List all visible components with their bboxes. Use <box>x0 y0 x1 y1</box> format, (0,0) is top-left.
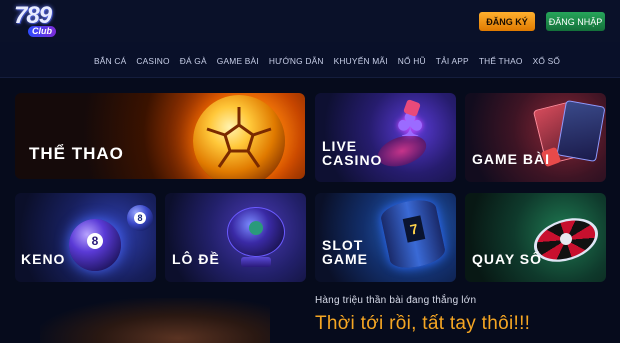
nav-item-khuyen-mai[interactable]: KHUYẾN MÃI <box>334 56 388 66</box>
soccer-ball-pattern-icon <box>206 107 272 168</box>
keno-ball-label: 8 <box>87 233 103 249</box>
tile-label-live-casino: LIVE CASINO <box>322 138 383 168</box>
site-logo[interactable]: 789 Club <box>14 2 60 40</box>
tile-label-quay-so: QUAY SỐ <box>472 251 543 267</box>
keno-ball-small-label: 8 <box>134 212 146 224</box>
nav-list: BẮN CÁ CASINO ĐÁ GÀ GAME BÀI HƯỚNG DẪN K… <box>94 56 560 66</box>
site-header: 789 Club ĐĂNG KÝ ĐĂNG NHẬP <box>0 0 620 42</box>
nav-item-the-thao[interactable]: THỂ THAO <box>479 56 523 66</box>
tile-keno[interactable]: 8 8 KENO <box>15 193 156 282</box>
tile-quay-so[interactable]: QUAY SỐ <box>465 193 606 282</box>
nav-item-casino[interactable]: CASINO <box>136 56 169 66</box>
tile-label-slot-game: SLOT GAME <box>322 237 368 267</box>
tile-label-keno: KENO <box>21 251 66 267</box>
login-button[interactable]: ĐĂNG NHẬP <box>546 12 605 31</box>
main-nav: BẮN CÁ CASINO ĐÁ GÀ GAME BÀI HƯỚNG DẪN K… <box>0 42 620 78</box>
roulette-center-icon <box>560 233 572 245</box>
register-button[interactable]: ĐĂNG KÝ <box>479 12 535 31</box>
nav-item-da-ga[interactable]: ĐÁ GÀ <box>180 56 207 66</box>
tile-label-lo-de: LÔ ĐỀ <box>172 251 220 267</box>
tile-game-bai[interactable]: GAME BÀI <box>465 93 606 182</box>
playing-card-icon <box>556 99 606 163</box>
promo-subtitle: Hàng triệu thần bài đang thắng lớn <box>315 295 477 306</box>
tile-slot-game[interactable]: 7 SLOT GAME <box>315 193 456 282</box>
tile-label-the-thao: THỂ THAO <box>29 144 124 163</box>
tile-label-game-bai: GAME BÀI <box>472 151 550 167</box>
nav-item-no-hu[interactable]: NỔ HŨ <box>398 56 426 66</box>
lottery-ball-icon <box>249 221 263 235</box>
logo-club-badge: Club <box>28 26 56 37</box>
nav-item-ban-ca[interactable]: BẮN CÁ <box>94 56 126 66</box>
tile-the-thao[interactable]: THỂ THAO <box>15 93 305 179</box>
nav-item-huong-dan[interactable]: HƯỚNG DẪN <box>269 56 324 66</box>
tile-lo-de[interactable]: LÔ ĐỀ <box>165 193 306 282</box>
promo-headline: Thời tới rồi, tất tay thôi!!! <box>315 313 531 334</box>
promo-illustration <box>40 298 270 343</box>
nav-item-game-bai[interactable]: GAME BÀI <box>217 56 259 66</box>
nav-item-tai-app[interactable]: TẢI APP <box>436 56 469 66</box>
nav-item-xo-so[interactable]: XỔ SỐ <box>533 56 561 66</box>
tile-live-casino[interactable]: ♣ LIVE CASINO <box>315 93 456 182</box>
lottery-globe-stand-icon <box>241 257 271 267</box>
